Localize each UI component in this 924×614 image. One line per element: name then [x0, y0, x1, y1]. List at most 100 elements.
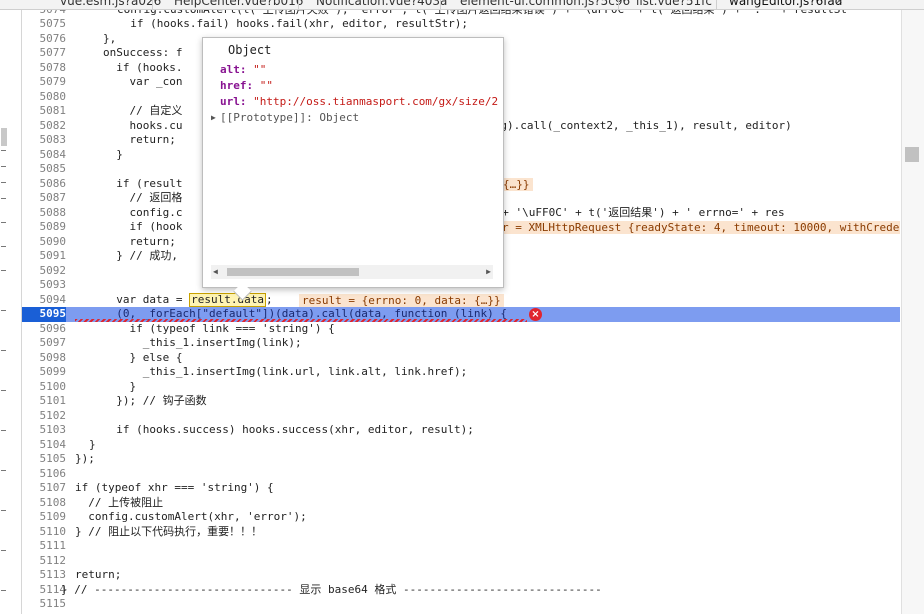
line-number[interactable]: 5098	[22, 351, 67, 366]
line-number[interactable]: 5105	[22, 452, 67, 467]
code-line[interactable]: 5097 _this_1.insertImg(link);	[22, 336, 900, 351]
code-line[interactable]: 5112	[22, 554, 900, 569]
line-number[interactable]: 5101	[22, 394, 67, 409]
navigator-scroll-thumb[interactable]	[1, 128, 7, 146]
tab-wangeditor[interactable]: wangEditor.js?6fad	[729, 0, 842, 8]
code-line[interactable]: 5108 // 上传被阻止	[22, 496, 900, 511]
line-number[interactable]: 5091	[22, 249, 67, 264]
tab-helpcenter[interactable]: HelpCenter.vue?b016	[174, 0, 303, 8]
popover-title: Object	[228, 43, 272, 57]
hovered-expression[interactable]: result.data	[189, 292, 266, 307]
scroll-left-icon[interactable]: ◀	[213, 265, 218, 279]
line-number[interactable]: 5102	[22, 409, 67, 424]
line-number[interactable]: 5097	[22, 336, 67, 351]
navigator-strip	[0, 10, 22, 614]
code-line[interactable]: 5106	[22, 467, 900, 482]
line-number[interactable]: 5082	[22, 119, 67, 134]
code-line[interactable]: 5115	[22, 597, 900, 612]
code-text: return;	[103, 234, 176, 248]
line-number[interactable]: 5089	[22, 220, 67, 235]
popover-row-alt: alt: ""	[220, 63, 267, 76]
code-line[interactable]: 5109 config.customAlert(xhr, 'error');	[22, 510, 900, 525]
line-number[interactable]: 5115	[22, 597, 67, 612]
line-number[interactable]: 5075	[22, 17, 67, 32]
code-text: if (hooks.	[103, 60, 183, 74]
line-number[interactable]: 5095	[22, 307, 66, 322]
code-line[interactable]: 5101 }); // 钩子函数	[22, 394, 900, 409]
code-line[interactable]: 5100 }	[22, 380, 900, 395]
line-number[interactable]: 5090	[22, 235, 67, 250]
code-text: onSuccess: f	[103, 46, 183, 59]
line-number[interactable]: 5076	[22, 32, 67, 47]
line-number[interactable]: 5088	[22, 206, 67, 221]
line-number[interactable]: 5114	[22, 583, 67, 598]
popover-horizontal-scrollbar[interactable]: ◀ ▶	[211, 265, 493, 279]
code-text: // 上传被阻止	[75, 495, 164, 509]
code-line[interactable]: 5102	[22, 409, 900, 424]
code-text: },	[103, 31, 117, 45]
line-number[interactable]: 5110	[22, 525, 67, 540]
code-text: // 返回格	[103, 191, 183, 204]
line-number[interactable]: 5107	[22, 481, 67, 496]
tab-vue-esm[interactable]: vue.esm.js?a026	[60, 0, 161, 8]
tab-list-vue[interactable]: list.vue?51fc	[636, 0, 712, 8]
code-line[interactable]: 5111	[22, 539, 900, 554]
line-number[interactable]: 5109	[22, 510, 67, 525]
close-tab-icon[interactable]: ×	[836, 0, 843, 7]
line-number[interactable]: 5093	[22, 278, 67, 293]
line-number[interactable]: 5080	[22, 90, 67, 105]
code-line[interactable]: 5075 if (hooks.fail) hooks.fail(xhr, edi…	[22, 17, 900, 32]
code-line[interactable]: 5104}	[22, 438, 900, 453]
vertical-scroll-thumb[interactable]	[905, 147, 919, 162]
line-number[interactable]: 5104	[22, 438, 67, 453]
code-line[interactable]: 5099 _this_1.insertImg(link.url, link.al…	[22, 365, 900, 380]
inline-value-line_5089[interactable]: r = XMLHttpRequest {readyState: 4, timeo…	[499, 221, 900, 234]
scroll-right-icon[interactable]: ▶	[486, 265, 491, 279]
expand-triangle-icon[interactable]: ▶	[211, 113, 216, 122]
code-line[interactable]: 5074 config.customAlert(t('上传图片失败'), 'err…	[22, 10, 900, 17]
line-number[interactable]: 5106	[22, 467, 67, 482]
code-text: if (hooks.fail) hooks.fail(xhr, editor, …	[117, 17, 468, 30]
code-line[interactable]: 5105});	[22, 452, 900, 467]
inline-value-line_5086[interactable]: {…}}	[500, 177, 533, 191]
code-text: _this_1.insertImg(link);	[103, 336, 302, 349]
code-line[interactable]: 5098 } else {	[22, 351, 900, 366]
line-number[interactable]: 5096	[22, 322, 67, 337]
line-number[interactable]: 5103	[22, 423, 67, 438]
code-line[interactable]: 5114} // ------------------------------ …	[22, 583, 900, 598]
tab-element-ui[interactable]: element-ui.common.js?5c96	[460, 0, 630, 8]
line-number[interactable]: 5085	[22, 162, 67, 177]
line-number[interactable]: 5083	[22, 133, 67, 148]
error-circle-icon[interactable]: ×	[529, 308, 542, 321]
line-number[interactable]: 5100	[22, 380, 67, 395]
code-text: }); // 钩子函数	[103, 394, 207, 407]
inline-value-line_5094[interactable]: result = {errno: 0, data: {…}}	[299, 293, 504, 307]
code-line[interactable]: 5110} // 阻止以下代码执行，重要！！！	[22, 525, 900, 540]
line-number[interactable]: 5081	[22, 104, 67, 119]
code-line[interactable]: 5113 return;	[22, 568, 900, 583]
code-line[interactable]: 5096 if (typeof link === 'string') {	[22, 322, 900, 337]
code-line[interactable]: 5103 if (hooks.success) hooks.success(xh…	[22, 423, 900, 438]
line-number[interactable]: 5074	[22, 10, 67, 17]
line-number[interactable]: 5099	[22, 365, 67, 380]
popover-prototype[interactable]: [[Prototype]]: Object	[220, 111, 359, 124]
code-text: // 自定义	[103, 104, 183, 117]
line-number[interactable]: 5079	[22, 75, 67, 90]
line-number[interactable]: 5111	[22, 539, 67, 554]
code-text: if (hook	[103, 220, 183, 233]
line-number[interactable]: 5077	[22, 46, 67, 61]
line-number[interactable]: 5094	[22, 293, 67, 308]
line-number[interactable]: 5113	[22, 568, 67, 583]
tab-notification[interactable]: Notification.vue?403a	[316, 0, 447, 8]
code-text: if (typeof link === 'string') {	[103, 321, 335, 335]
code-line[interactable]: 5107 if (typeof xhr === 'string') {	[22, 481, 900, 496]
line-number[interactable]: 5108	[22, 496, 67, 511]
vertical-scrollbar[interactable]	[901, 10, 924, 614]
line-number[interactable]: 5087	[22, 191, 67, 206]
line-number[interactable]: 5086	[22, 177, 67, 192]
line-number[interactable]: 5092	[22, 264, 67, 279]
line-number[interactable]: 5084	[22, 148, 67, 163]
line-number[interactable]: 5078	[22, 61, 67, 76]
line-number[interactable]: 5112	[22, 554, 67, 569]
popover-scroll-thumb[interactable]	[227, 268, 359, 276]
